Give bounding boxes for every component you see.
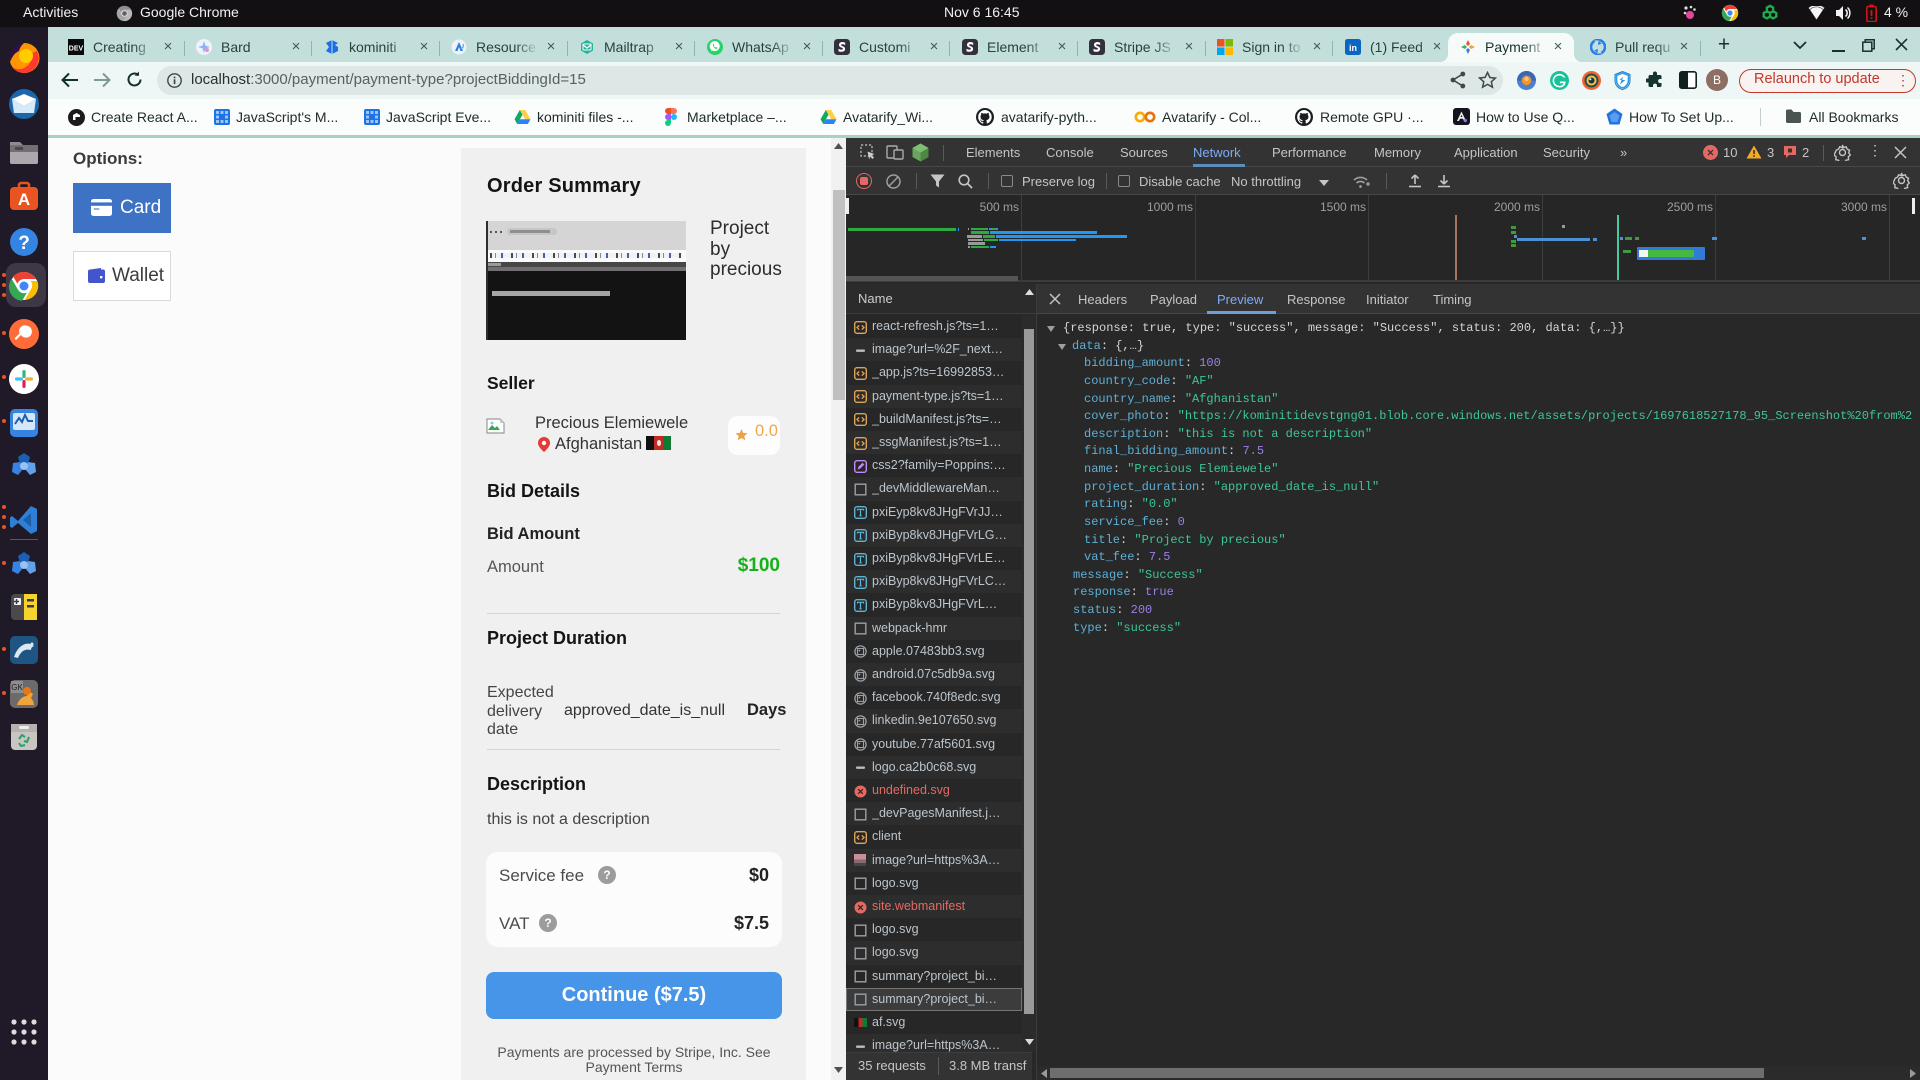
svg-text:A: A [18, 190, 30, 209]
svg-text:?: ? [18, 233, 30, 254]
svg-text:DEV: DEV [69, 46, 84, 53]
svg-text:in: in [1349, 43, 1357, 53]
svg-text:GK: GK [11, 683, 23, 692]
